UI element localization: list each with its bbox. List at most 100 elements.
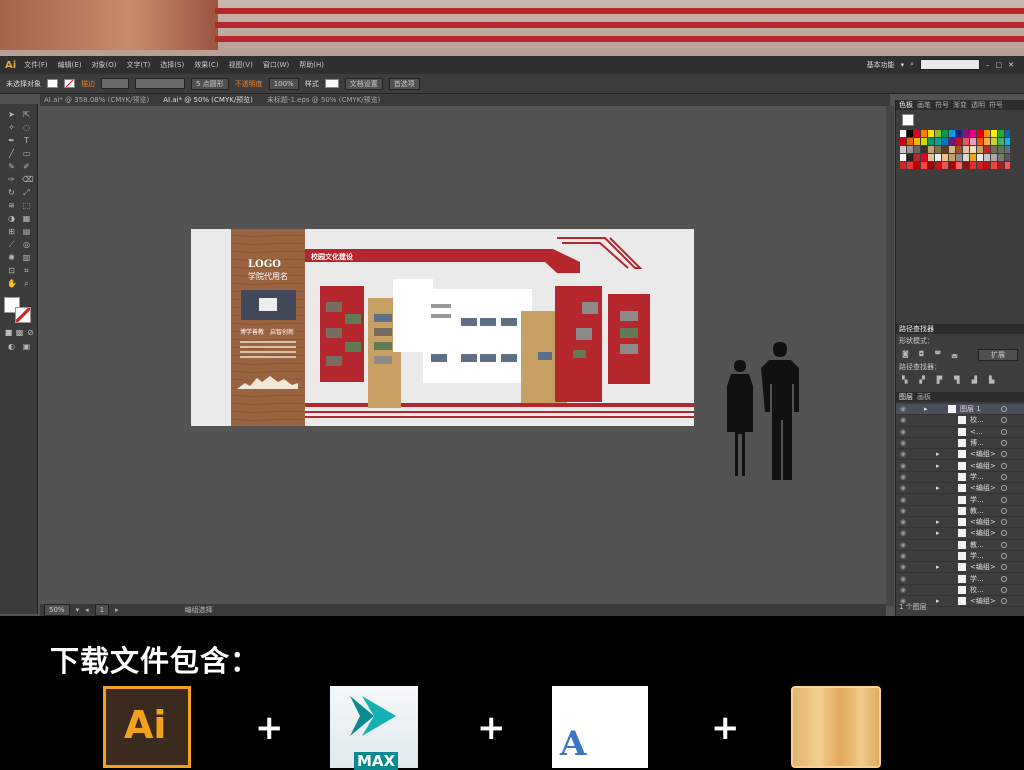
eye-icon[interactable]: ◉ [896, 484, 910, 492]
opacity-field[interactable]: 100% [268, 77, 299, 90]
menu-help[interactable]: 帮助(H) [299, 60, 324, 70]
blob-brush-icon[interactable]: ✑ [7, 175, 16, 184]
stroke-swatch[interactable] [64, 79, 75, 88]
layer-row[interactable]: ◉ <... [896, 427, 1024, 438]
tab-swatches[interactable]: 色板 [899, 100, 913, 110]
canvas-area[interactable]: LOGO 学院代用名 博学善教 启智创新 校园文化建设 [40, 106, 886, 606]
artboard-number-field[interactable]: 1 [94, 604, 110, 616]
pencil-icon[interactable]: ✐ [22, 162, 31, 171]
target-icon[interactable] [1001, 428, 1007, 435]
layer-row[interactable]: ◉ 教... [896, 506, 1024, 517]
target-icon[interactable] [1001, 496, 1007, 503]
eye-icon[interactable]: ◉ [896, 552, 910, 560]
menu-object[interactable]: 对象(O) [92, 60, 117, 70]
free-transform-icon[interactable]: ⬚ [22, 201, 31, 210]
color-mode-icon[interactable]: ■ [4, 328, 13, 337]
layer-row[interactable]: ◉ ▸ <编组> [896, 562, 1024, 574]
fill-swatch[interactable] [47, 79, 58, 88]
expand-arrow-icon[interactable]: ▸ [936, 484, 940, 492]
maximize-icon[interactable]: □ [996, 61, 1003, 69]
exclude-icon[interactable]: ◛ [951, 350, 958, 358]
chevron-down-icon[interactable]: ▾ [76, 606, 80, 614]
lasso-icon[interactable]: ◌ [22, 123, 31, 132]
opacity-label[interactable]: 不透明度 [235, 79, 263, 89]
unite-icon[interactable]: ◙ [902, 350, 909, 358]
menu-select[interactable]: 选择(S) [160, 60, 184, 70]
gradient-tool-icon[interactable]: ▤ [22, 227, 31, 236]
tab-doc-1[interactable]: AI.ai* @ 358.08% (CMYK/预览) [44, 95, 149, 105]
tab-symbols-2[interactable]: 符号 [989, 100, 1003, 110]
expand-arrow-icon[interactable]: ▸ [924, 405, 928, 413]
layer-row[interactable]: ◉ 教... [896, 540, 1024, 551]
tab-doc-3[interactable]: 未标题-1.eps @ 50% (CMYK/预览) [267, 95, 380, 105]
zoom-tool-icon[interactable]: ⌕ [22, 279, 31, 288]
line-tool-icon[interactable]: ╱ [7, 149, 16, 158]
eye-icon[interactable]: ◉ [896, 541, 910, 549]
rotate-tool-icon[interactable]: ↻ [7, 188, 16, 197]
eyedropper-icon[interactable]: ⟋ [7, 240, 16, 249]
tab-transparency[interactable]: 透明 [971, 100, 985, 110]
tab-brushes[interactable]: 画笔 [917, 100, 931, 110]
tab-doc-2[interactable]: AI.ai* @ 50% (CMYK/预览) [163, 95, 253, 105]
eye-icon[interactable]: ◉ [896, 416, 910, 424]
current-fill-swatch[interactable] [902, 114, 914, 126]
target-icon[interactable] [1001, 451, 1007, 458]
eye-icon[interactable]: ◉ [896, 496, 910, 504]
eye-icon[interactable]: ◉ [896, 473, 910, 481]
target-icon[interactable] [1001, 530, 1007, 537]
document-setup-button[interactable]: 文档设置 [344, 77, 383, 90]
expand-arrow-icon[interactable]: ▸ [936, 597, 940, 605]
merge-icon[interactable]: ▛ [937, 376, 942, 384]
screen-mode-icon[interactable]: ▣ [22, 342, 31, 351]
tab-layers[interactable]: 图层 [899, 392, 913, 402]
eraser-icon[interactable]: ⌫ [22, 175, 33, 184]
target-icon[interactable] [1001, 462, 1007, 469]
layer-row[interactable]: ◉ 学... [896, 551, 1024, 563]
minus-back-icon[interactable]: ▙ [989, 376, 994, 384]
help-search-input[interactable] [920, 59, 980, 70]
minimize-icon[interactable]: – [986, 61, 990, 69]
intersect-icon[interactable]: ◚ [934, 350, 941, 358]
layer-row[interactable]: ◉ 校... [896, 415, 1024, 427]
gradient-mode-icon[interactable]: ▩ [15, 328, 24, 337]
tab-symbols[interactable]: 符号 [935, 100, 949, 110]
scale-tool-icon[interactable]: ⤢ [22, 188, 31, 197]
eye-icon[interactable]: ◉ [896, 462, 910, 470]
pen-tool-icon[interactable]: ✒ [7, 136, 16, 145]
type-tool-icon[interactable]: T [22, 136, 31, 145]
stroke-label[interactable]: 描边 [81, 79, 95, 89]
outline-icon[interactable]: ▟ [972, 376, 977, 384]
stroke-color-icon[interactable] [15, 307, 31, 323]
style-swatch[interactable] [324, 79, 339, 88]
artboard-tool-icon[interactable]: ⊡ [7, 266, 16, 275]
blend-tool-icon[interactable]: ◎ [22, 240, 31, 249]
trim-icon[interactable]: ▞ [919, 376, 924, 384]
vertical-scrollbar[interactable] [886, 106, 894, 606]
draw-mode-icon[interactable]: ◐ [7, 342, 16, 351]
menu-type[interactable]: 文字(T) [127, 60, 151, 70]
selection-tool-icon[interactable]: ➤ [7, 110, 16, 119]
expand-button[interactable]: 扩展 [978, 349, 1018, 361]
variable-width-field[interactable] [135, 78, 185, 89]
zoom-field[interactable]: 50% [44, 604, 70, 616]
target-icon[interactable] [1001, 440, 1007, 447]
layer-row[interactable]: ◉ ▸ <编组> [896, 460, 1024, 472]
menu-edit[interactable]: 编辑(E) [58, 60, 82, 70]
eye-icon[interactable]: ◉ [896, 586, 910, 594]
prev-artboard-icon[interactable]: ◂ [85, 606, 89, 614]
target-icon[interactable] [1001, 485, 1007, 492]
slice-tool-icon[interactable]: ⌗ [22, 266, 31, 275]
layer-row[interactable]: ◉ ▸ <编组> [896, 449, 1024, 461]
mesh-tool-icon[interactable]: ⊞ [7, 227, 16, 236]
menu-window[interactable]: 窗口(W) [263, 60, 289, 70]
column-graph-icon[interactable]: ▥ [22, 253, 31, 262]
expand-arrow-icon[interactable]: ▸ [936, 462, 940, 470]
rectangle-tool-icon[interactable]: ▭ [22, 149, 31, 158]
layer-row[interactable]: ◉ ▸ <编组> [896, 483, 1024, 495]
expand-arrow-icon[interactable]: ▸ [936, 563, 940, 571]
layer-row[interactable]: ◉ 博... [896, 438, 1024, 450]
eye-icon[interactable]: ◉ [896, 518, 910, 526]
hand-tool-icon[interactable]: ✋ [7, 279, 17, 288]
direct-selection-tool-icon[interactable]: ⇱ [22, 110, 31, 119]
brush-definition[interactable]: 5 点圆形 [191, 77, 229, 90]
